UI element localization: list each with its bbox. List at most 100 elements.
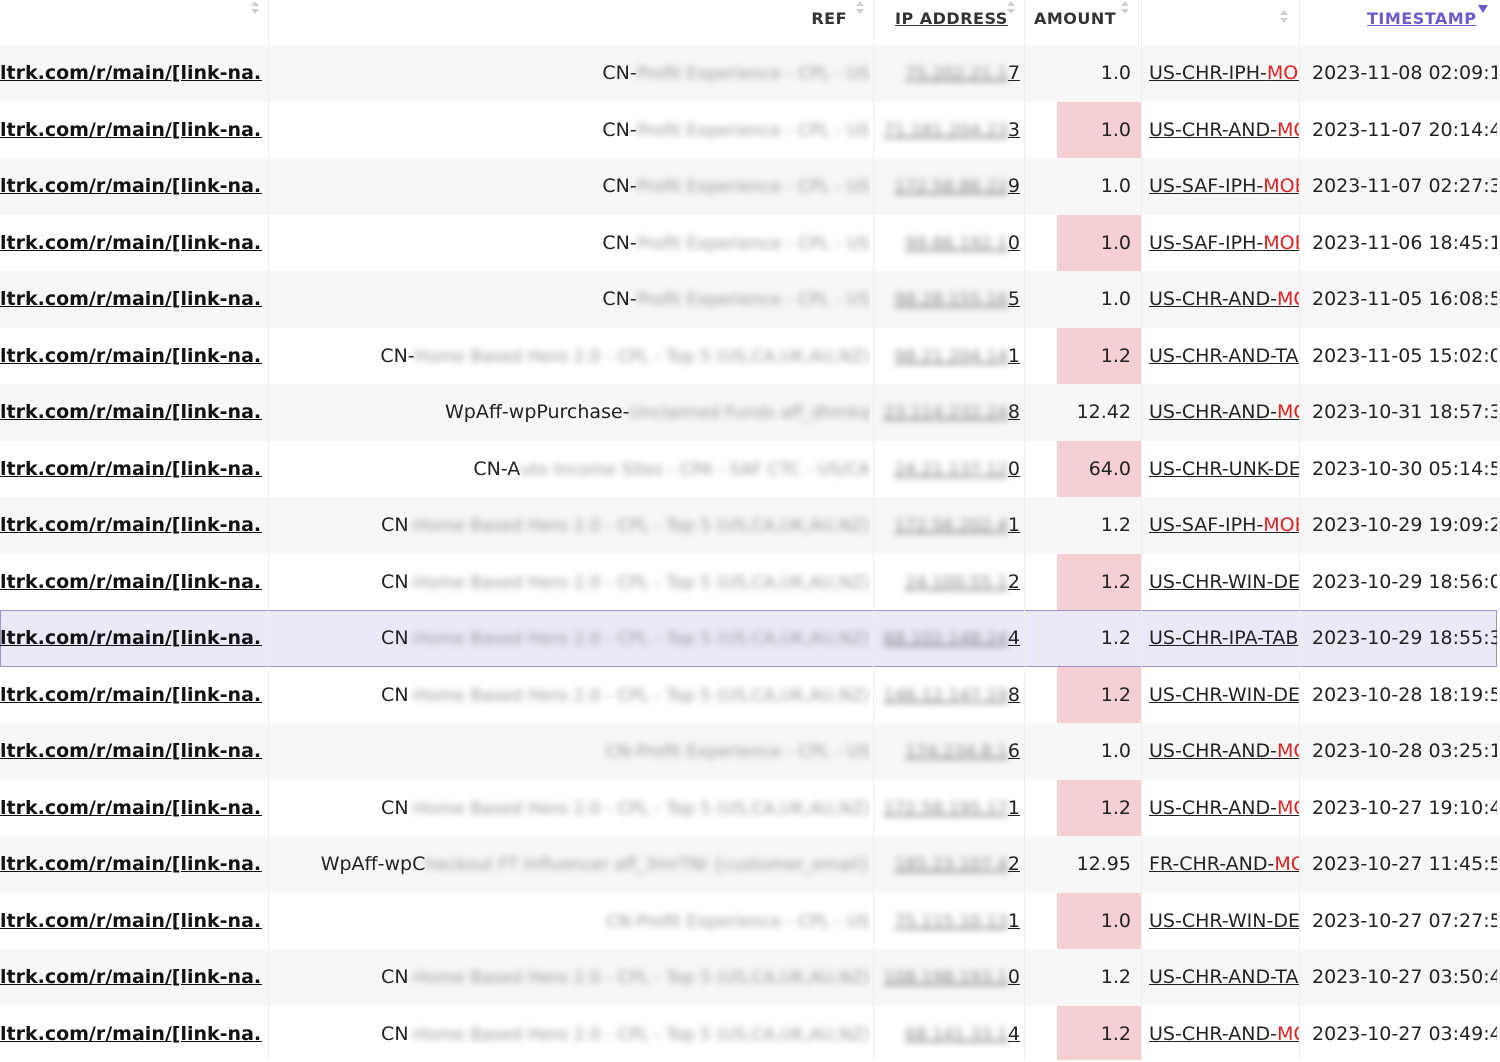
device-suffix: MOB — [1277, 1023, 1299, 1045]
table-row[interactable]: ltrk.com/r/main/[link-na...CN-Home Based… — [0, 328, 1500, 385]
device-link[interactable]: US-CHR-WIN-DES — [1149, 667, 1299, 723]
table-row[interactable]: ltrk.com/r/main/[link-na...CN-Profit Exp… — [0, 893, 1500, 950]
device-code: US-CHR-WIN-DES — [1149, 684, 1299, 706]
sort-icon[interactable] — [250, 0, 260, 20]
table-row[interactable]: ltrk.com/r/main/[link-na...CN-Profit Exp… — [0, 215, 1500, 272]
conversion-link[interactable]: ltrk.com/r/main/[link-na... — [0, 780, 262, 836]
conversion-link[interactable]: ltrk.com/r/main/[link-na... — [0, 893, 262, 949]
table-row[interactable]: ltrk.com/r/main/[link-na...CN-Home Based… — [0, 667, 1500, 724]
device-suffix: MOB — [1274, 853, 1299, 875]
device-link[interactable]: FR-CHR-AND-MOB — [1149, 836, 1299, 892]
sort-icon[interactable] — [855, 0, 865, 20]
ip-address-link[interactable]: 174.234.8.16 — [876, 723, 1020, 779]
conversion-link[interactable]: ltrk.com/r/main/[link-na... — [0, 441, 262, 497]
conversion-link[interactable]: ltrk.com/r/main/[link-na... — [0, 328, 262, 384]
ip-address-link[interactable]: 71.181.204.233 — [876, 102, 1020, 158]
ip-address-link[interactable]: 146.12.147.198 — [876, 667, 1020, 723]
ref-redacted: Home Based Hero 2.0 - CPL - Top 5 (US,CA… — [415, 347, 870, 367]
device-link[interactable]: US-CHR-AND-MOB — [1149, 102, 1299, 158]
table-row[interactable]: ltrk.com/r/main/[link-na...CN-Profit Exp… — [0, 723, 1500, 780]
ip-address-link[interactable]: 68.141.33.14 — [876, 1006, 1020, 1062]
table-row[interactable]: ltrk.com/r/main/[link-na...CN-Profit Exp… — [0, 45, 1500, 102]
header-link-column[interactable] — [0, 0, 269, 45]
ip-address-link[interactable]: 24.21.137.120 — [876, 441, 1020, 497]
table-row[interactable]: ltrk.com/r/main/[link-na...CN-Home Based… — [0, 554, 1500, 611]
device-link[interactable]: US-CHR-WIN-DES — [1149, 554, 1299, 610]
conversion-link[interactable]: ltrk.com/r/main/[link-na... — [0, 554, 262, 610]
conversion-link[interactable]: ltrk.com/r/main/[link-na... — [0, 45, 262, 101]
amount-value: 1.2 — [1057, 949, 1131, 1005]
ref-cell: CN-Home Based Hero 2.0 - CPL - Top 5 (US… — [270, 497, 870, 553]
table-row[interactable]: ltrk.com/r/main/[link-na...CN-Home Based… — [0, 1006, 1500, 1062]
conversion-link[interactable]: ltrk.com/r/main/[link-na... — [0, 384, 262, 440]
amount-value: 1.2 — [1057, 610, 1131, 666]
device-link[interactable]: US-CHR-AND-MOB — [1149, 780, 1299, 836]
device-link[interactable]: US-CHR-IPA-TAB — [1149, 610, 1299, 666]
conversion-link[interactable]: ltrk.com/r/main/[link-na... — [0, 610, 262, 666]
table-row[interactable]: ltrk.com/r/main/[link-na...CN-Home Based… — [0, 610, 1497, 667]
device-link[interactable]: US-CHR-WIN-DES — [1149, 893, 1299, 949]
ip-address-link[interactable]: 98.21.204.141 — [876, 328, 1020, 384]
ip-last-digit: 5 — [1008, 288, 1020, 310]
device-link[interactable]: US-CHR-AND-MOB — [1149, 384, 1299, 440]
conversion-link[interactable]: ltrk.com/r/main/[link-na... — [0, 497, 262, 553]
table-row[interactable]: ltrk.com/r/main/[link-na...CN-Home Based… — [0, 780, 1500, 837]
table-row[interactable]: ltrk.com/r/main/[link-na...CN-Profit Exp… — [0, 158, 1500, 215]
conversion-link[interactable]: ltrk.com/r/main/[link-na... — [0, 158, 262, 214]
sort-icon[interactable] — [1006, 0, 1016, 20]
ip-address-link[interactable]: 185.23.107.42 — [876, 836, 1020, 892]
header-ip-address[interactable]: IP ADDRESS — [874, 0, 1025, 45]
table-row[interactable]: ltrk.com/r/main/[link-na...CN-Profit Exp… — [0, 102, 1500, 159]
conversion-link[interactable]: ltrk.com/r/main/[link-na... — [0, 215, 262, 271]
table-row[interactable]: ltrk.com/r/main/[link-na...WpAff-wpPurch… — [0, 384, 1500, 441]
ip-address-link[interactable]: 99.86.192.10 — [876, 215, 1020, 271]
header-amount[interactable]: AMOUNT — [1025, 0, 1139, 45]
ip-address-link[interactable]: 75.115.10.131 — [876, 893, 1020, 949]
conversion-link[interactable]: ltrk.com/r/main/[link-na... — [0, 949, 262, 1005]
ip-address-link[interactable]: 98.28.155.165 — [876, 271, 1020, 327]
timestamp-value: 2023-10-27 19:10:43 — [1312, 780, 1497, 836]
device-link[interactable]: US-SAF-IPH-MOB — [1149, 497, 1299, 553]
device-link[interactable]: US-CHR-IPH-MOB — [1149, 45, 1299, 101]
device-suffix: MOB — [1277, 401, 1299, 423]
table-row[interactable]: ltrk.com/r/main/[link-na...CN-Auto Incom… — [0, 441, 1500, 498]
ip-address-link[interactable]: 108.198.193.10 — [876, 949, 1020, 1005]
device-link[interactable]: US-CHR-AND-MOB — [1149, 1006, 1299, 1062]
header-timestamp[interactable]: TIMESTAMP — [1300, 0, 1500, 45]
table-row[interactable]: ltrk.com/r/main/[link-na...CN-Home Based… — [0, 949, 1500, 1006]
ip-address-link[interactable]: 23.114.232.248 — [876, 384, 1020, 440]
header-device[interactable] — [1139, 0, 1300, 45]
sort-icon[interactable] — [1120, 0, 1130, 20]
table-header: REF IP ADDRESS AMOUNT TIMESTAMP — [0, 0, 1500, 45]
header-ref[interactable]: REF — [269, 0, 874, 45]
device-link[interactable]: US-SAF-IPH-MOB — [1149, 215, 1299, 271]
sort-icon[interactable] — [1279, 9, 1289, 29]
ip-redacted: 68.102.148.24 — [884, 629, 1008, 649]
device-link[interactable]: US-CHR-AND-MOB — [1149, 271, 1299, 327]
ip-address-link[interactable]: 172.58.86.229 — [876, 158, 1020, 214]
conversion-link[interactable]: ltrk.com/r/main/[link-na... — [0, 723, 262, 779]
ip-address-link[interactable]: 68.102.148.244 — [876, 610, 1020, 666]
ip-address-link[interactable]: 75.202.21.17 — [876, 45, 1020, 101]
ip-address-link[interactable]: 172.56.202.41 — [876, 497, 1020, 553]
device-link[interactable]: US-CHR-AND-TAB — [1149, 328, 1299, 384]
device-code: US-SAF-IPH- — [1149, 514, 1263, 536]
table-row[interactable]: ltrk.com/r/main/[link-na...WpAff-wpCheck… — [0, 836, 1500, 893]
conversion-link[interactable]: ltrk.com/r/main/[link-na... — [0, 102, 262, 158]
device-link[interactable]: US-SAF-IPH-MOB — [1149, 158, 1299, 214]
conversion-link[interactable]: ltrk.com/r/main/[link-na... — [0, 1006, 262, 1062]
conversion-link[interactable]: ltrk.com/r/main/[link-na... — [0, 836, 262, 892]
table-row[interactable]: ltrk.com/r/main/[link-na...CN-Profit Exp… — [0, 271, 1500, 328]
conversion-link[interactable]: ltrk.com/r/main/[link-na... — [0, 271, 262, 327]
conversion-link[interactable]: ltrk.com/r/main/[link-na... — [0, 667, 262, 723]
ip-header-label[interactable]: IP ADDRESS — [895, 9, 1008, 28]
ip-address-link[interactable]: 172.58.195.171 — [876, 780, 1020, 836]
sort-desc-icon[interactable] — [1478, 5, 1488, 13]
ip-address-link[interactable]: 24.100.55.12 — [876, 554, 1020, 610]
device-link[interactable]: US-CHR-AND-MOB — [1149, 723, 1299, 779]
timestamp-header-label[interactable]: TIMESTAMP — [1367, 9, 1476, 28]
device-link[interactable]: US-CHR-AND-TAB — [1149, 949, 1299, 1005]
device-link[interactable]: US-CHR-UNK-DES — [1149, 441, 1299, 497]
table-row[interactable]: ltrk.com/r/main/[link-na...CN-Home Based… — [0, 497, 1500, 554]
ref-redacted: -Home Based Hero 2.0 - CPL - Top 5 (US,C… — [409, 968, 870, 988]
